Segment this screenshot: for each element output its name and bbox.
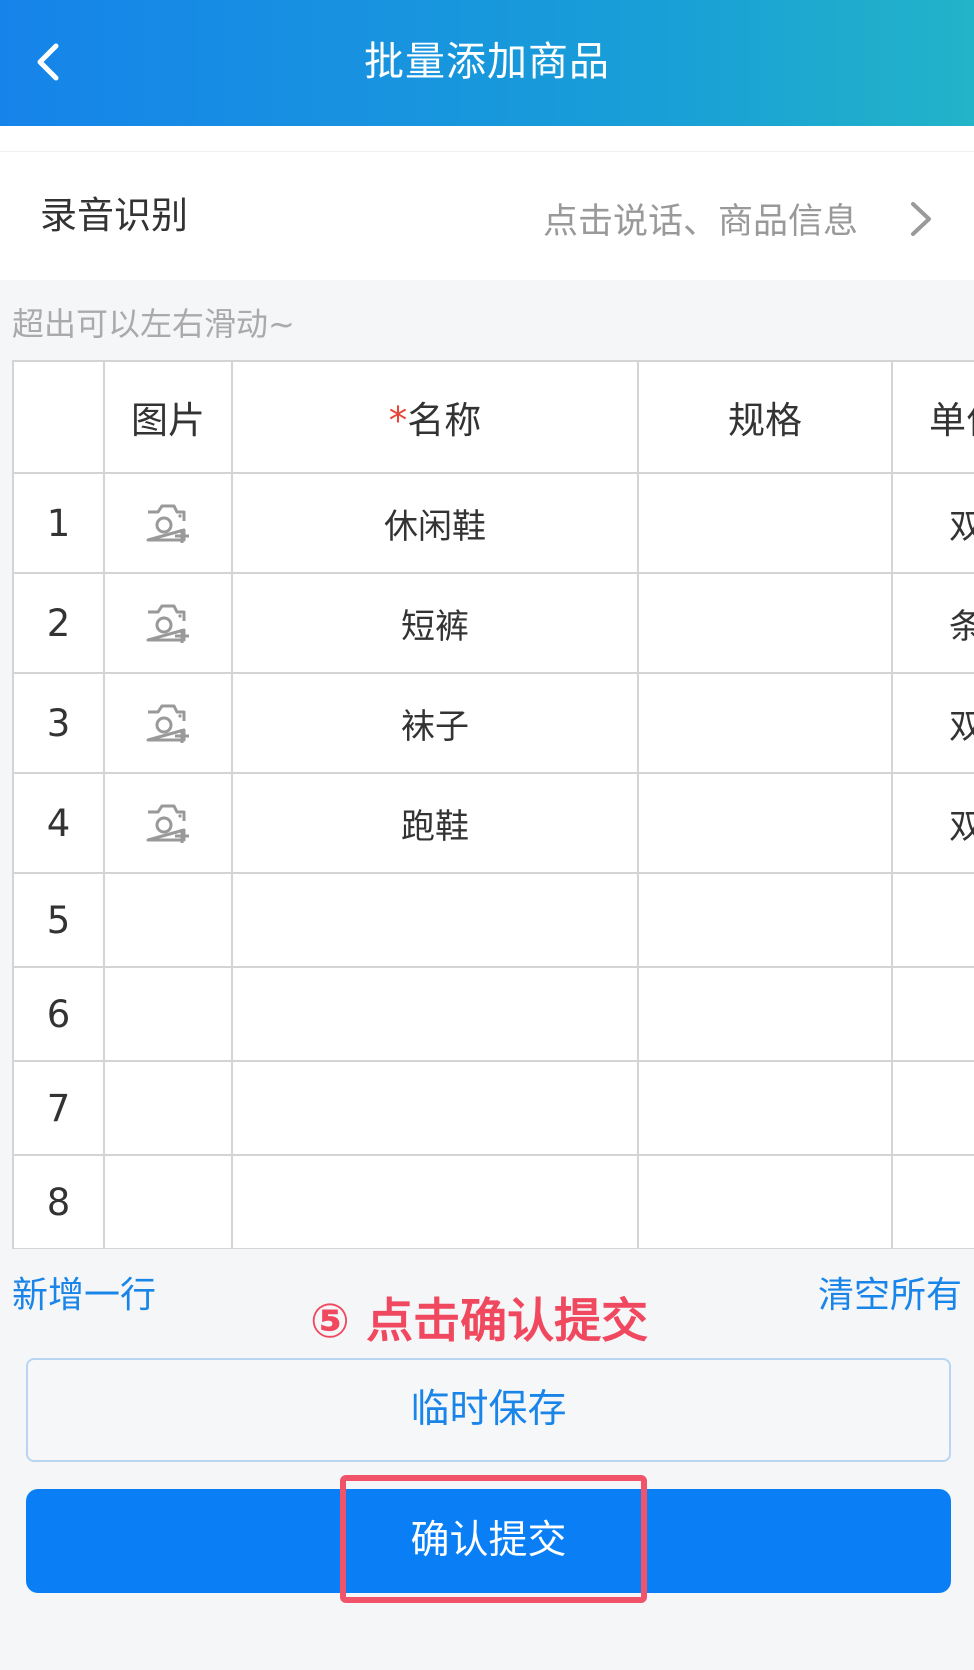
- photo-cell[interactable]: [104, 773, 233, 874]
- voice-recognition-row[interactable]: 录音识别 点击说话、商品信息: [0, 152, 974, 280]
- header-spacer: [0, 126, 974, 152]
- step-annotation: ⑤ 点击确认提交: [310, 1294, 649, 1349]
- table-row: 6: [14, 967, 974, 1062]
- table-row: 5: [14, 873, 974, 968]
- name-cell[interactable]: [232, 1061, 639, 1156]
- add-photo-icon[interactable]: [144, 500, 192, 546]
- row-index: 6: [14, 967, 105, 1062]
- spec-cell[interactable]: [638, 673, 893, 774]
- photo-cell[interactable]: [104, 473, 233, 574]
- name-cell[interactable]: [232, 967, 639, 1062]
- page-title: 批量添加商品: [364, 39, 610, 85]
- row-index: 5: [14, 873, 105, 968]
- table-header-row: 图片 *名称 规格 单位: [14, 362, 974, 474]
- voice-recognition-hint: 点击说话、商品信息: [542, 202, 858, 242]
- product-table[interactable]: 图片 *名称 规格 单位 1 休闲鞋 双 2 短裤 条 3: [12, 360, 974, 1249]
- required-mark: *: [388, 399, 408, 442]
- clear-all-link[interactable]: 清空所有: [818, 1268, 962, 1324]
- spec-cell[interactable]: [638, 473, 893, 574]
- photo-cell[interactable]: [104, 573, 233, 674]
- add-photo-icon[interactable]: [144, 800, 192, 846]
- table-row: 8: [14, 1155, 974, 1249]
- save-draft-button[interactable]: 临时保存: [26, 1358, 951, 1462]
- unit-cell[interactable]: [892, 967, 974, 1062]
- add-row-link[interactable]: 新增一行: [12, 1268, 156, 1324]
- name-cell[interactable]: [232, 1155, 639, 1249]
- header-index: [14, 362, 105, 474]
- unit-cell[interactable]: 双: [892, 473, 974, 574]
- row-index: 8: [14, 1155, 105, 1249]
- app-header: 批量添加商品: [0, 0, 974, 126]
- photo-cell[interactable]: [104, 967, 233, 1062]
- spec-cell[interactable]: [638, 1061, 893, 1156]
- photo-cell[interactable]: [104, 673, 233, 774]
- table-row: 1 休闲鞋 双: [14, 473, 974, 574]
- name-cell[interactable]: [232, 873, 639, 968]
- name-cell[interactable]: 袜子: [232, 673, 639, 774]
- add-photo-icon[interactable]: [144, 700, 192, 746]
- photo-cell[interactable]: [104, 1061, 233, 1156]
- table-row: 2 短裤 条: [14, 573, 974, 674]
- header-unit: 单位: [892, 362, 974, 474]
- unit-cell[interactable]: [892, 873, 974, 968]
- unit-cell[interactable]: 双: [892, 773, 974, 874]
- table-row: 4 跑鞋 双: [14, 773, 974, 874]
- spec-cell[interactable]: [638, 967, 893, 1062]
- spec-cell[interactable]: [638, 873, 893, 968]
- scroll-tip: 超出可以左右滑动~: [12, 305, 295, 343]
- header-name: *名称: [232, 362, 639, 474]
- header-spec: 规格: [638, 362, 893, 474]
- spec-cell[interactable]: [638, 1155, 893, 1249]
- row-index: 1: [14, 473, 105, 574]
- unit-cell[interactable]: 双: [892, 673, 974, 774]
- header-name-label: 名称: [407, 399, 482, 442]
- photo-cell[interactable]: [104, 1155, 233, 1249]
- unit-cell[interactable]: 条: [892, 573, 974, 674]
- name-cell[interactable]: 休闲鞋: [232, 473, 639, 574]
- voice-recognition-label: 录音识别: [40, 194, 188, 237]
- chevron-right-icon: [911, 202, 931, 236]
- table-row: 3 袜子 双: [14, 673, 974, 774]
- row-index: 7: [14, 1061, 105, 1156]
- unit-cell[interactable]: [892, 1061, 974, 1156]
- table-row: 7: [14, 1061, 974, 1156]
- spec-cell[interactable]: [638, 773, 893, 874]
- name-cell[interactable]: 短裤: [232, 573, 639, 674]
- row-index: 3: [14, 673, 105, 774]
- spec-cell[interactable]: [638, 573, 893, 674]
- row-index: 2: [14, 573, 105, 674]
- unit-cell[interactable]: [892, 1155, 974, 1249]
- name-cell[interactable]: 跑鞋: [232, 773, 639, 874]
- add-photo-icon[interactable]: [144, 600, 192, 646]
- photo-cell[interactable]: [104, 873, 233, 968]
- confirm-submit-button[interactable]: 确认提交: [26, 1489, 951, 1593]
- row-index: 4: [14, 773, 105, 874]
- header-image: 图片: [104, 362, 233, 474]
